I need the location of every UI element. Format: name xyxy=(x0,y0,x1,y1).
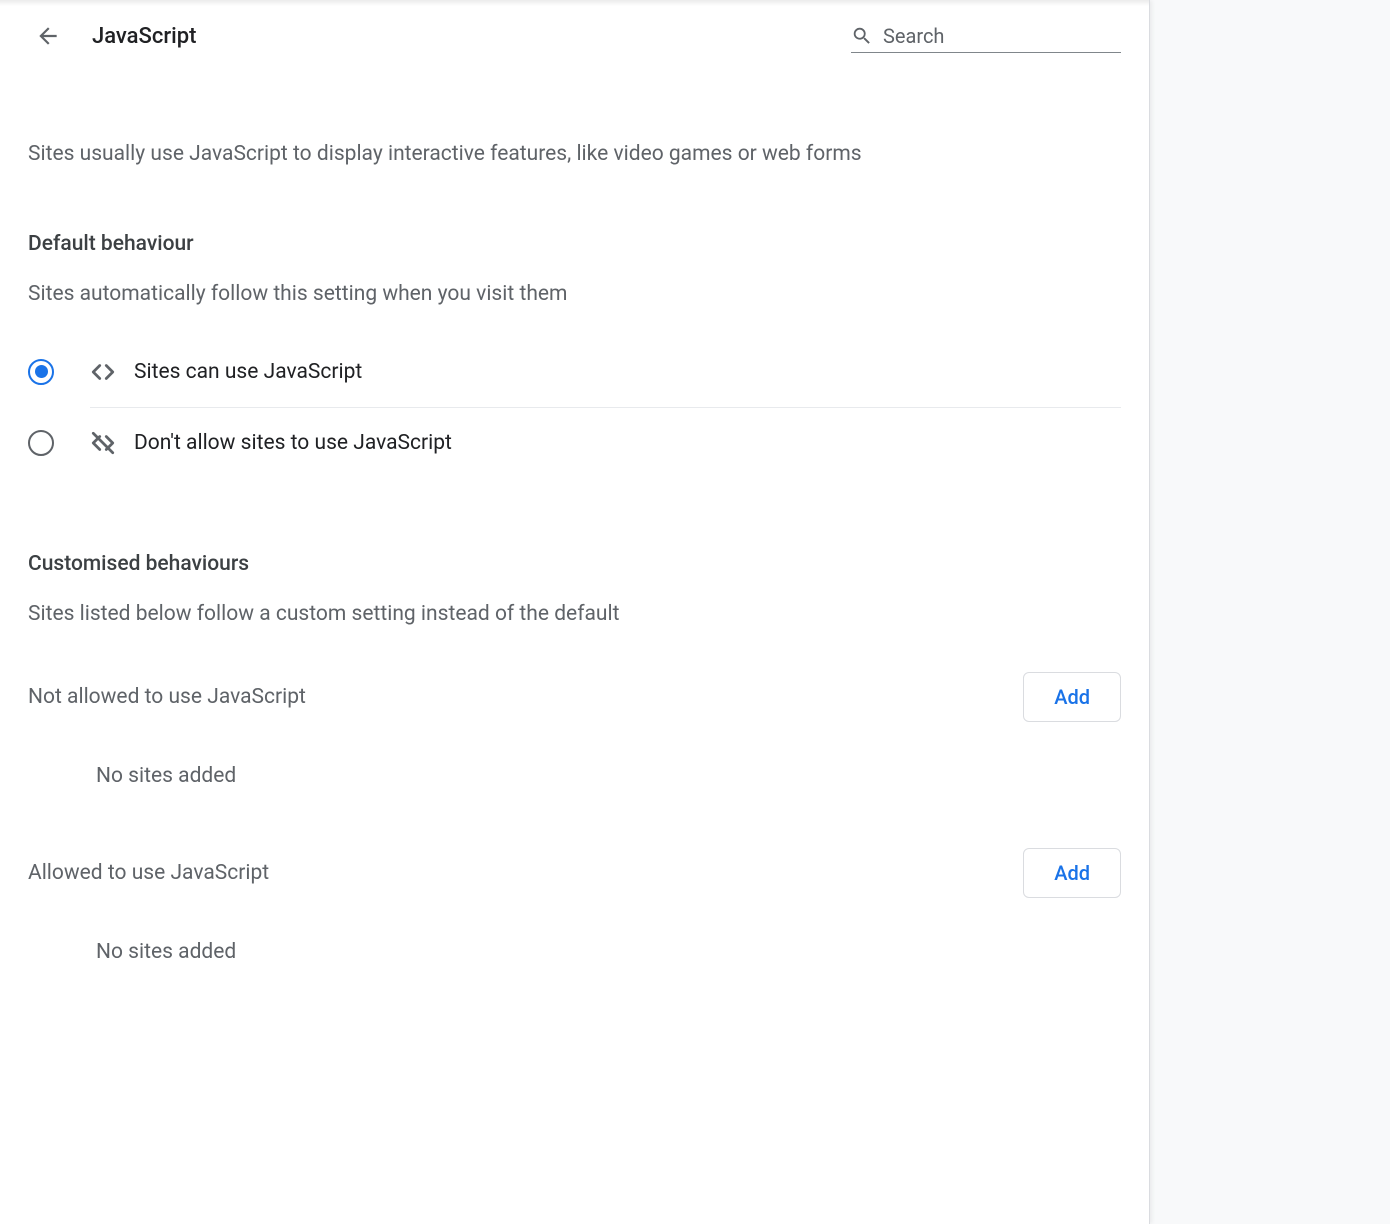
customised-title: Customised behaviours xyxy=(28,552,1121,576)
radio-allow-js-label: Sites can use JavaScript xyxy=(134,360,362,384)
code-off-icon xyxy=(90,430,116,456)
back-button[interactable] xyxy=(28,16,68,56)
arrow-left-icon xyxy=(35,23,61,49)
search-field[interactable] xyxy=(851,20,1121,53)
default-behaviour-subtitle: Sites automatically follow this setting … xyxy=(28,280,1121,308)
radio-button-unchecked xyxy=(28,430,54,456)
blocklist-title: Not allowed to use JavaScript xyxy=(28,685,306,709)
code-icon xyxy=(90,359,116,385)
allowlist-empty-text: No sites added xyxy=(28,940,1121,964)
page-title: JavaScript xyxy=(92,24,827,49)
radio-button-checked xyxy=(28,359,54,385)
radio-block-js-label: Don't allow sites to use JavaScript xyxy=(134,431,452,455)
search-icon xyxy=(851,25,873,47)
default-behaviour-title: Default behaviour xyxy=(28,232,1121,256)
allowlist-title: Allowed to use JavaScript xyxy=(28,861,269,885)
customised-subtitle: Sites listed below follow a custom setti… xyxy=(28,600,1121,628)
add-block-site-button[interactable]: Add xyxy=(1023,672,1121,722)
intro-text: Sites usually use JavaScript to display … xyxy=(28,140,1121,168)
add-allow-site-button[interactable]: Add xyxy=(1023,848,1121,898)
radio-allow-js[interactable]: Sites can use JavaScript xyxy=(28,353,1121,407)
blocklist-empty-text: No sites added xyxy=(28,764,1121,788)
search-input[interactable] xyxy=(883,24,1121,48)
radio-block-js[interactable]: Don't allow sites to use JavaScript xyxy=(28,408,1121,478)
